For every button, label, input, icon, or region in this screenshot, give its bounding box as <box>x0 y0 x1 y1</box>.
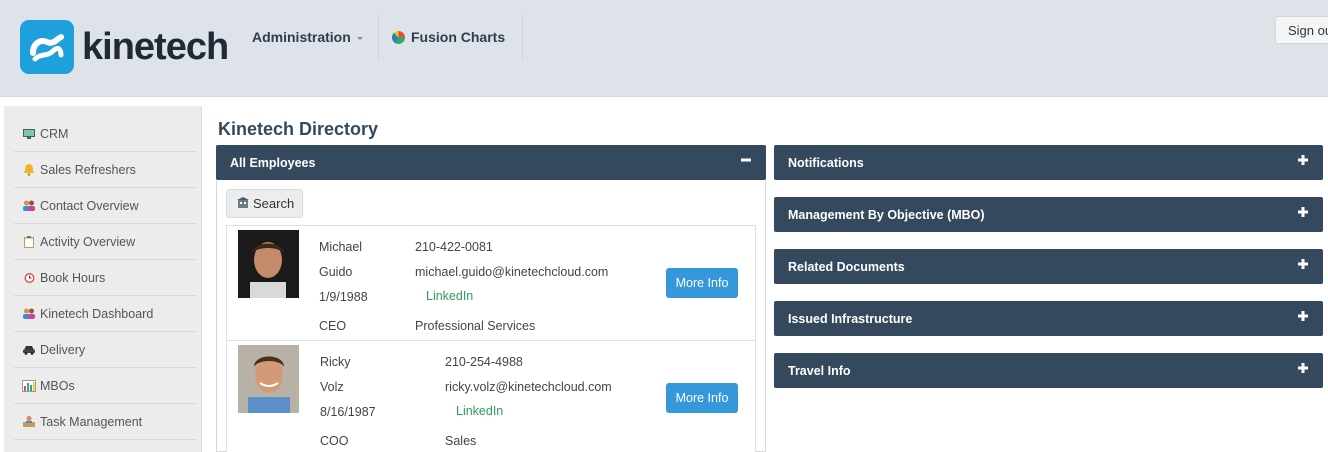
sidebar-item-sales-refreshers[interactable]: Sales Refreshers <box>14 152 196 188</box>
page-title: Kinetech Directory <box>218 119 379 139</box>
sidebar-item-label: Contact Overview <box>40 198 139 213</box>
employee-birthdate: 1/9/1988 <box>319 290 368 304</box>
sidebar-item-mbos[interactable]: MBOs <box>14 368 196 404</box>
employee-birthdate: 8/16/1987 <box>320 405 376 419</box>
employee-photo <box>238 230 299 298</box>
sidebar-item-crm[interactable]: CRM <box>14 116 196 152</box>
bar-chart-icon <box>22 379 36 393</box>
sidebar-item-label: Book Hours <box>40 270 106 285</box>
more-info-button[interactable]: More Info <box>666 383 738 413</box>
pie-chart-icon <box>392 30 405 44</box>
sidebar-item-label: MBOs <box>40 378 75 393</box>
brand-logo[interactable]: kinetech <box>20 20 229 74</box>
employee-phone: 210-254-4988 <box>445 355 523 369</box>
panel-title: Travel Info <box>788 363 851 378</box>
sidebar-item-label: CRM <box>40 126 69 141</box>
nav-fusion-charts[interactable]: Fusion Charts <box>392 14 505 60</box>
building-icon <box>237 196 249 211</box>
sidebar-item-delivery[interactable]: Delivery <box>14 332 196 368</box>
clipboard-icon <box>22 235 36 249</box>
sidebar-item-label: Sales Refreshers <box>40 162 136 177</box>
linkedin-link[interactable]: LinkedIn <box>426 289 473 303</box>
employee-phone: 210-422-0081 <box>415 240 493 254</box>
person-desk-icon <box>22 415 36 429</box>
employee-department: Professional Services <box>415 319 536 333</box>
panel-title: Related Documents <box>788 259 905 274</box>
alarm-clock-icon <box>22 271 36 285</box>
sidebar-item-activity-overview[interactable]: Activity Overview <box>14 224 196 260</box>
minus-icon[interactable] <box>740 154 752 166</box>
employee-card: Michael Guido 1/9/1988 CEO 210-422-0081 … <box>226 225 756 341</box>
plus-icon[interactable] <box>1297 258 1309 270</box>
car-icon <box>22 343 36 357</box>
employee-first-name: Michael <box>319 240 363 254</box>
employee-photo <box>238 345 299 413</box>
sidebar-item-label: Kinetech Dashboard <box>40 306 154 321</box>
panel-title: Notifications <box>788 155 864 170</box>
brand-name: kinetech <box>82 25 229 68</box>
sidebar-item-label: Activity Overview <box>40 234 136 249</box>
notifications-panel-header[interactable]: Notifications <box>774 145 1323 180</box>
plus-icon[interactable] <box>1297 206 1309 218</box>
employee-email: ricky.volz@kinetechcloud.com <box>445 380 612 394</box>
employee-title: COO <box>320 434 349 448</box>
sidebar-item-label: Task Management <box>40 414 143 429</box>
sidebar-item-contact-overview[interactable]: Contact Overview <box>14 188 196 224</box>
employee-last-name: Volz <box>320 380 344 394</box>
sidebar-menu: CRM Sales Refreshers Contact Overview Ac… <box>14 116 196 440</box>
panel-title: All Employees <box>230 155 316 170</box>
issued-infrastructure-panel-header[interactable]: Issued Infrastructure <box>774 301 1323 336</box>
nav-divider <box>522 14 523 60</box>
monitor-icon <box>22 127 36 141</box>
sidebar-item-book-hours[interactable]: Book Hours <box>14 260 196 296</box>
panel-title: Management By Objective (MBO) <box>788 207 985 222</box>
nav-administration-label: Administration <box>252 29 351 45</box>
employee-last-name: Guido <box>319 265 353 279</box>
plus-icon[interactable] <box>1297 154 1309 166</box>
sidebar-item-kinetech-dashboard[interactable]: Kinetech Dashboard <box>14 296 196 332</box>
plus-icon[interactable] <box>1297 362 1309 374</box>
panel-title: Issued Infrastructure <box>788 311 913 326</box>
employee-first-name: Ricky <box>320 355 351 369</box>
people-icon <box>22 307 36 321</box>
caret-down-icon <box>356 36 363 40</box>
linkedin-link[interactable]: LinkedIn <box>456 404 503 418</box>
nav-fusion-charts-label: Fusion Charts <box>411 29 506 45</box>
people-icon <box>22 199 36 213</box>
top-navbar: kinetech Administration Fusion Charts Si… <box>0 0 1328 97</box>
employee-card: Ricky Volz 8/16/1987 COO 210-254-4988 ri… <box>226 340 756 452</box>
nav-divider <box>378 14 379 60</box>
plus-icon[interactable] <box>1297 310 1309 322</box>
sidebar-item-task-management[interactable]: Task Management <box>14 404 196 440</box>
bell-icon <box>22 163 36 177</box>
sidebar: CRM Sales Refreshers Contact Overview Ac… <box>4 106 202 452</box>
employees-panel-header[interactable]: All Employees <box>216 145 766 180</box>
travel-info-panel-header[interactable]: Travel Info <box>774 353 1323 388</box>
sidebar-item-label: Delivery <box>40 342 86 357</box>
kinetech-logo-icon <box>20 20 74 74</box>
search-button-label: Search <box>253 196 295 211</box>
search-button[interactable]: Search <box>226 189 303 218</box>
employee-email: michael.guido@kinetechcloud.com <box>415 265 609 279</box>
related-documents-panel-header[interactable]: Related Documents <box>774 249 1323 284</box>
mbo-panel-header[interactable]: Management By Objective (MBO) <box>774 197 1323 232</box>
employee-department: Sales <box>445 434 477 448</box>
sign-out-button[interactable]: Sign out <box>1275 16 1328 44</box>
employee-title: CEO <box>319 319 347 333</box>
nav-administration[interactable]: Administration <box>252 14 363 60</box>
more-info-button[interactable]: More Info <box>666 268 738 298</box>
